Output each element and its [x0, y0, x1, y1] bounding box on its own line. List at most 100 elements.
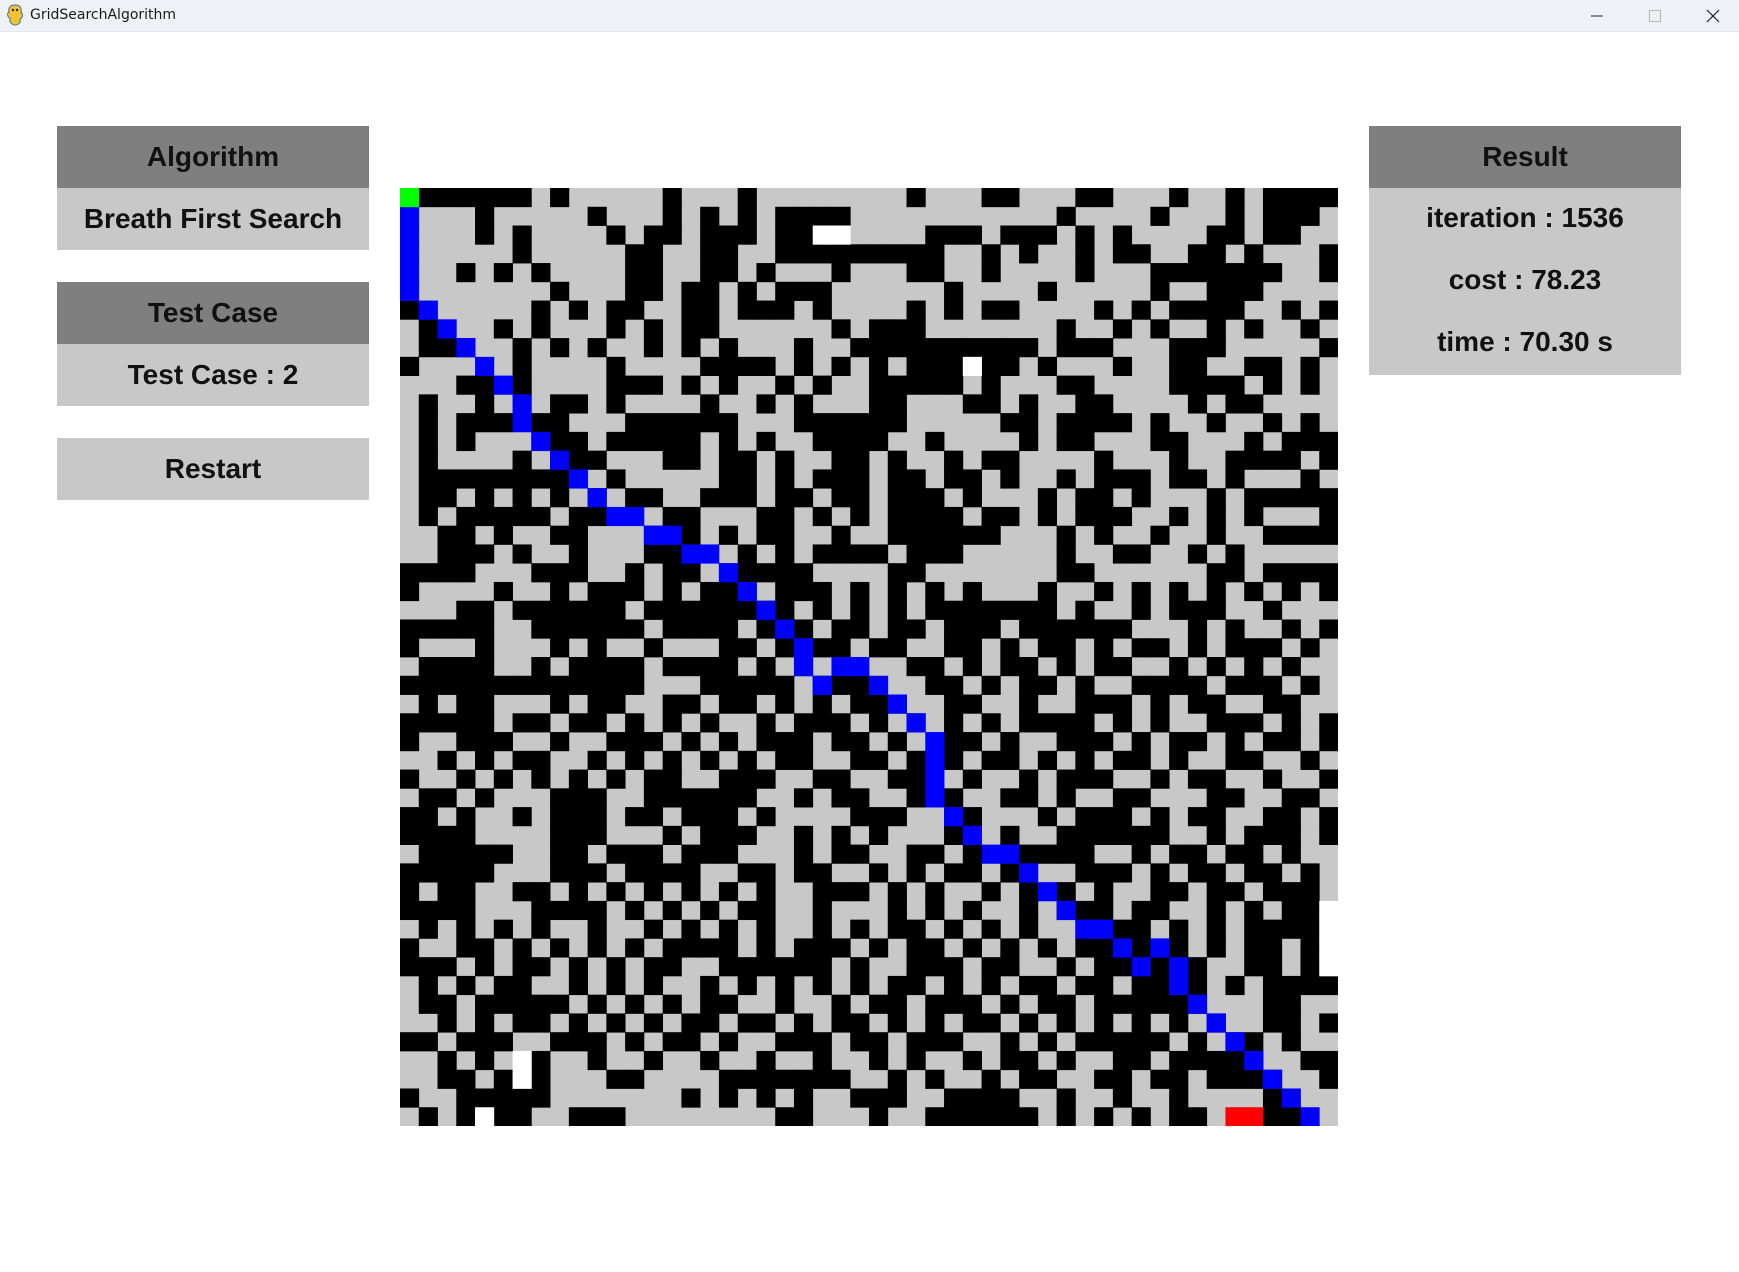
- wall-cell: [568, 600, 588, 620]
- wall-cell: [850, 1088, 870, 1108]
- path-cell: [1131, 957, 1151, 977]
- wall-cell: [606, 581, 626, 602]
- wall-cell: [700, 581, 720, 602]
- wall-cell: [1000, 469, 1020, 489]
- maximize-button[interactable]: [1626, 0, 1684, 31]
- wall-cell: [793, 1069, 814, 1089]
- wall-cell: [1319, 581, 1338, 602]
- wall-cell: [1112, 1050, 1133, 1071]
- wall-cell: [1225, 713, 1245, 733]
- wall-cell: [1094, 619, 1114, 639]
- wall-cell: [568, 807, 588, 827]
- wall-cell: [1319, 825, 1338, 845]
- wall-cell: [700, 825, 720, 845]
- wall-cell: [1244, 675, 1264, 695]
- wall-cell: [1094, 506, 1114, 527]
- wall-cell: [1150, 413, 1170, 433]
- wall-cell: [662, 600, 682, 620]
- wall-cell: [944, 788, 964, 808]
- wall-cell: [925, 338, 945, 358]
- wall-cell: [1056, 657, 1076, 677]
- path-cell: [1262, 1069, 1283, 1089]
- wall-cell: [662, 450, 682, 470]
- wall-cell: [925, 900, 945, 921]
- wall-cell: [456, 1107, 476, 1126]
- close-button[interactable]: [1684, 0, 1739, 31]
- wall-cell: [812, 713, 832, 733]
- wall-cell: [1225, 300, 1245, 320]
- path-cell: [400, 244, 420, 264]
- wall-cell: [737, 300, 757, 320]
- path-cell: [700, 544, 720, 564]
- wall-cell: [1094, 638, 1114, 658]
- wall-cell: [512, 1088, 532, 1108]
- wall-cell: [643, 413, 664, 433]
- wall-cell: [887, 638, 907, 658]
- wall-cell: [831, 788, 851, 808]
- wall-cell: [456, 975, 476, 996]
- wall-cell: [475, 488, 495, 508]
- wall-cell: [456, 732, 476, 752]
- wall-cell: [793, 844, 814, 864]
- wall-cell: [1300, 863, 1320, 883]
- minimize-button[interactable]: [1568, 0, 1626, 31]
- wall-cell: [437, 1013, 457, 1033]
- wall-cell: [418, 825, 438, 845]
- wall-cell: [625, 563, 645, 583]
- wall-cell: [906, 788, 926, 808]
- wall-cell: [1037, 938, 1057, 958]
- wall-cell: [1281, 431, 1301, 452]
- wall-cell: [737, 975, 757, 996]
- wall-cell: [1075, 225, 1095, 245]
- wall-cell: [493, 1032, 513, 1052]
- wall-cell: [493, 581, 513, 602]
- wall-cell: [1056, 1088, 1076, 1108]
- wall-cell: [662, 957, 682, 977]
- wall-cell: [1131, 844, 1151, 864]
- wall-cell: [568, 975, 588, 996]
- wall-cell: [1075, 563, 1095, 583]
- wall-cell: [1056, 957, 1076, 977]
- wall-cell: [1075, 975, 1095, 996]
- wall-cell: [925, 225, 945, 245]
- wall-cell: [606, 319, 626, 339]
- wall-cell: [1019, 244, 1039, 264]
- wall-cell: [1056, 1107, 1076, 1126]
- wall-cell: [1262, 975, 1283, 996]
- wall-cell: [550, 675, 570, 695]
- wall-cell: [568, 900, 588, 921]
- wall-cell: [1094, 694, 1114, 714]
- wall-cell: [906, 863, 926, 883]
- wall-cell: [906, 750, 926, 770]
- wall-cell: [925, 544, 945, 564]
- wall-cell: [1281, 300, 1301, 320]
- wall-cell: [962, 581, 982, 602]
- wall-cell: [606, 975, 626, 996]
- path-cell: [925, 732, 945, 752]
- wall-cell: [587, 600, 607, 620]
- path-cell: [737, 581, 757, 602]
- wall-cell: [550, 431, 570, 452]
- wall-cell: [437, 957, 457, 977]
- wall-cell: [1131, 675, 1151, 695]
- wall-cell: [981, 394, 1001, 414]
- wall-cell: [850, 413, 870, 433]
- wall-cell: [1262, 938, 1283, 958]
- wall-cell: [1300, 206, 1320, 226]
- wall-cell: [662, 825, 682, 845]
- wall-cell: [850, 750, 870, 770]
- restart-button[interactable]: Restart: [57, 438, 369, 500]
- wall-cell: [587, 581, 607, 602]
- wall-cell: [1000, 1107, 1020, 1126]
- wall-cell: [550, 788, 570, 808]
- wall-cell: [1262, 356, 1283, 376]
- wall-cell: [643, 319, 664, 339]
- wall-cell: [587, 1050, 607, 1071]
- wall-cell: [869, 375, 889, 395]
- wall-cell: [1225, 188, 1245, 208]
- wall-cell: [1225, 732, 1245, 752]
- wall-cell: [475, 375, 495, 395]
- wall-cell: [1056, 638, 1076, 658]
- wall-cell: [400, 713, 420, 733]
- search-grid[interactable]: [400, 188, 1338, 1126]
